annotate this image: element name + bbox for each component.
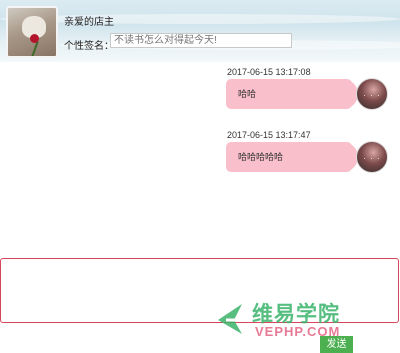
avatar-more-icon: · · ·: [363, 154, 381, 163]
message-list: 2017-06-15 13:17:08 哈哈 · · · 2017-06-15 …: [0, 62, 400, 258]
bubble-tail: [338, 142, 358, 172]
shop-avatar[interactable]: [6, 6, 58, 58]
avatar-more-icon: · · ·: [363, 91, 381, 100]
sender-avatar[interactable]: · · ·: [356, 78, 388, 110]
send-button[interactable]: 发送: [320, 336, 353, 353]
rose-image: [30, 34, 39, 43]
shop-name: 亲爱的店主: [64, 17, 114, 28]
message-timestamp: 2017-06-15 13:17:08: [227, 67, 311, 77]
message-bubble: 哈哈: [226, 79, 358, 109]
bubble-tail: [338, 79, 358, 109]
message-text: 哈哈哈哈哈: [238, 152, 284, 162]
sender-avatar[interactable]: · · ·: [356, 141, 388, 173]
header-wave-decoration: [0, 14, 400, 24]
chat-header: 亲爱的店主 个性签名：: [0, 0, 400, 62]
message-text: 哈哈: [238, 89, 257, 99]
signature-label: 个性签名：: [64, 41, 114, 52]
message-bubble: 哈哈哈哈哈: [226, 142, 358, 172]
signature-input[interactable]: [110, 33, 292, 48]
watermark-logo-icon: [218, 304, 244, 334]
watermark: 维易学院 VEPHP.COM: [212, 296, 398, 342]
message-timestamp: 2017-06-15 13:17:47: [227, 130, 311, 140]
rose-stem-image: [31, 41, 39, 56]
